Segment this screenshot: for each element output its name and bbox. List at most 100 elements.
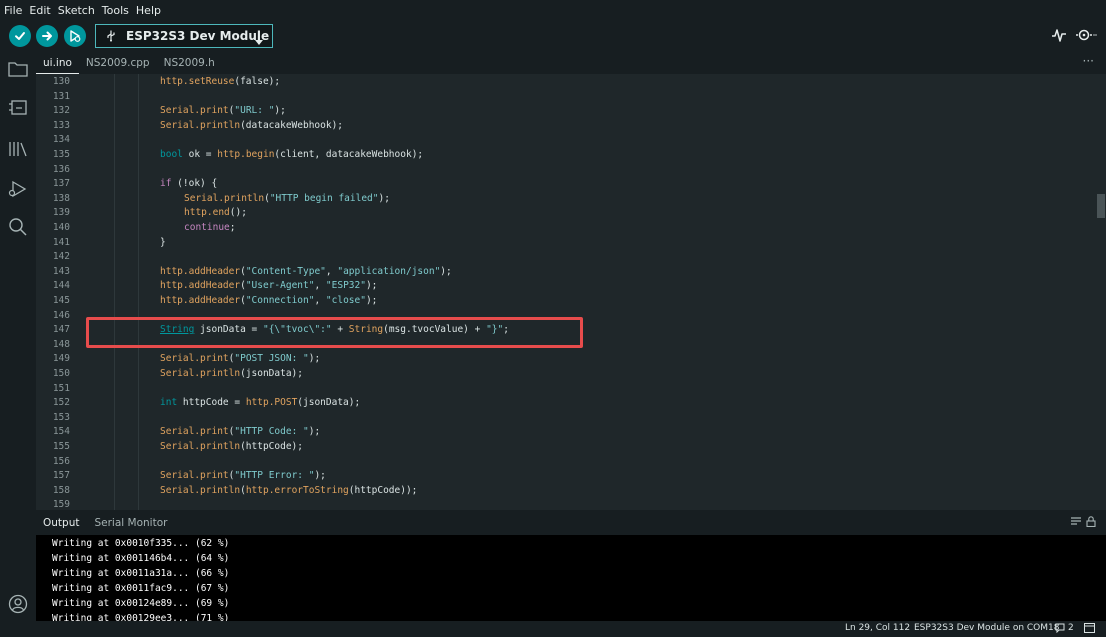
upload-button[interactable] xyxy=(36,25,58,47)
line-number: 153 xyxy=(52,411,70,423)
line-number: 137 xyxy=(52,178,70,190)
code-text: Serial.println(http.errorToString(httpCo… xyxy=(160,484,418,496)
code-line[interactable]: 132 Serial.print("URL: "); xyxy=(36,104,1096,119)
code-line[interactable]: 136 xyxy=(36,163,1096,178)
tab-ui-ino[interactable]: ui.ino xyxy=(36,52,79,74)
toggle-panel-icon[interactable] xyxy=(1084,623,1095,636)
library-icon xyxy=(9,142,27,157)
code-line[interactable]: 159 xyxy=(36,498,1096,510)
tab-serial-monitor[interactable]: Serial Monitor xyxy=(94,517,167,529)
debug-icon xyxy=(8,180,27,198)
debug-panel-button[interactable] xyxy=(7,178,29,200)
code-line[interactable]: 138 Serial.println("HTTP begin failed"); xyxy=(36,192,1096,207)
menu-help[interactable]: Help xyxy=(136,4,161,17)
code-line[interactable]: 153 xyxy=(36,411,1096,426)
more-tabs-button[interactable]: ··· xyxy=(1083,52,1094,70)
arrow-right-icon xyxy=(42,31,52,41)
menu-tools[interactable]: Tools xyxy=(102,4,129,17)
console-line: Writing at 0x00129ee3... (71 %) xyxy=(52,613,230,621)
code-line[interactable]: 158 Serial.println(http.errorToString(htt… xyxy=(36,484,1096,499)
line-number: 132 xyxy=(52,105,70,117)
serial-plotter-button[interactable] xyxy=(1051,26,1067,48)
code-line[interactable]: 152 int httpCode = http.POST(jsonData); xyxy=(36,396,1096,411)
serial-monitor-icon xyxy=(1076,29,1097,41)
code-line[interactable]: 137 if (!ok) { xyxy=(36,177,1096,192)
console-line: Writing at 0x0011a31a... (66 %) xyxy=(52,568,230,579)
code-line[interactable]: 143 http.addHeader("Content-Type", "appli… xyxy=(36,265,1096,280)
line-number: 138 xyxy=(52,192,70,204)
clear-output-icon[interactable] xyxy=(1070,516,1082,526)
line-number: 146 xyxy=(52,309,70,321)
code-line[interactable]: 151 xyxy=(36,382,1096,397)
boards-manager-button[interactable] xyxy=(7,96,29,118)
console-line: Writing at 0x00124e89... (69 %) xyxy=(52,598,230,609)
checkmark-icon xyxy=(15,32,25,40)
code-line[interactable]: 156 xyxy=(36,455,1096,470)
lock-icon[interactable] xyxy=(1086,516,1096,527)
board-selector[interactable]: ESP32S3 Dev Module xyxy=(95,24,273,48)
board-port-status[interactable]: ESP32S3 Dev Module on COM18 xyxy=(914,623,1059,633)
code-text: http.addHeader("Content-Type", "applicat… xyxy=(160,265,452,277)
line-number: 155 xyxy=(52,441,70,452)
code-line[interactable]: 144 http.addHeader("User-Agent", "ESP32")… xyxy=(36,279,1096,294)
line-number: 139 xyxy=(52,207,70,219)
line-number: 158 xyxy=(52,484,70,496)
code-line[interactable]: 131 xyxy=(36,90,1096,105)
code-line[interactable]: 157 Serial.print("HTTP Error: "); xyxy=(36,469,1096,484)
code-line[interactable]: 145 http.addHeader("Connection", "close")… xyxy=(36,294,1096,309)
line-number: 152 xyxy=(52,397,70,409)
debugger-icon xyxy=(70,30,81,42)
library-manager-button[interactable] xyxy=(7,138,29,160)
account-button[interactable] xyxy=(7,593,29,615)
tab-ns2009-cpp[interactable]: NS2009.cpp xyxy=(79,52,157,74)
scrollbar-thumb[interactable] xyxy=(1097,194,1105,218)
console-line: Writing at 0x0010f335... (62 %) xyxy=(52,538,230,549)
code-line[interactable]: 134 xyxy=(36,133,1096,148)
tab-ns2009-h[interactable]: NS2009.h xyxy=(157,52,222,74)
debug-button[interactable] xyxy=(64,25,86,47)
code-line[interactable]: 149 Serial.print("POST JSON: "); xyxy=(36,352,1096,367)
sketchbook-button[interactable] xyxy=(7,58,29,80)
line-number: 135 xyxy=(52,149,70,160)
search-button[interactable] xyxy=(7,216,29,238)
code-line[interactable]: 142 xyxy=(36,250,1096,265)
code-line[interactable]: 139 http.end(); xyxy=(36,206,1096,221)
cursor-position[interactable]: Ln 29, Col 112 xyxy=(845,623,910,633)
line-number: 144 xyxy=(52,280,70,292)
code-text: } xyxy=(160,236,166,248)
notification-icon[interactable] xyxy=(1055,623,1065,636)
menu-bar: File Edit Sketch Tools Help xyxy=(0,0,1106,20)
output-console[interactable]: Writing at 0x0010f335... (62 %) Writing a… xyxy=(36,535,1106,621)
verify-button[interactable] xyxy=(9,25,31,47)
code-editor[interactable]: 130 http.setReuse(false); 131 132 Serial.pri… xyxy=(36,74,1106,510)
line-number: 149 xyxy=(52,353,70,365)
usb-icon xyxy=(105,30,117,42)
code-line[interactable]: 155 Serial.println(httpCode); xyxy=(36,440,1096,455)
menu-sketch[interactable]: Sketch xyxy=(58,4,95,17)
code-line[interactable]: 150 Serial.println(jsonData); xyxy=(36,367,1096,382)
code-text: Serial.print("URL: "); xyxy=(160,105,286,117)
menu-file[interactable]: File xyxy=(4,4,22,17)
code-text: Serial.println(jsonData); xyxy=(160,368,303,379)
serial-plotter-icon xyxy=(1052,29,1066,42)
line-number: 131 xyxy=(52,90,70,102)
code-line[interactable]: 140 continue; xyxy=(36,221,1096,236)
line-number: 133 xyxy=(52,119,70,131)
tab-output[interactable]: Output xyxy=(43,517,79,529)
serial-monitor-button[interactable] xyxy=(1075,26,1097,48)
line-number: 159 xyxy=(52,499,70,510)
code-text: Serial.println("HTTP begin failed"); xyxy=(184,192,390,204)
code-text: int httpCode = http.POST(jsonData); xyxy=(160,397,361,409)
code-line[interactable]: 135 bool ok = http.begin(client, datacake… xyxy=(36,148,1096,163)
board-name: ESP32S3 Dev Module xyxy=(126,29,270,43)
line-number: 140 xyxy=(52,222,70,233)
code-line[interactable]: 130 http.setReuse(false); xyxy=(36,75,1096,90)
editor-scrollbar[interactable] xyxy=(1096,74,1106,510)
code-text: http.end(); xyxy=(184,207,247,219)
menu-edit[interactable]: Edit xyxy=(29,4,50,17)
code-line[interactable]: 141} xyxy=(36,236,1096,251)
code-line[interactable]: 133 Serial.println(datacakeWebhook); xyxy=(36,119,1096,134)
output-panel-header: Output Serial Monitor xyxy=(36,510,1106,535)
code-line[interactable]: 154 Serial.print("HTTP Code: "); xyxy=(36,425,1096,440)
code-text: http.setReuse(false); xyxy=(160,76,281,87)
